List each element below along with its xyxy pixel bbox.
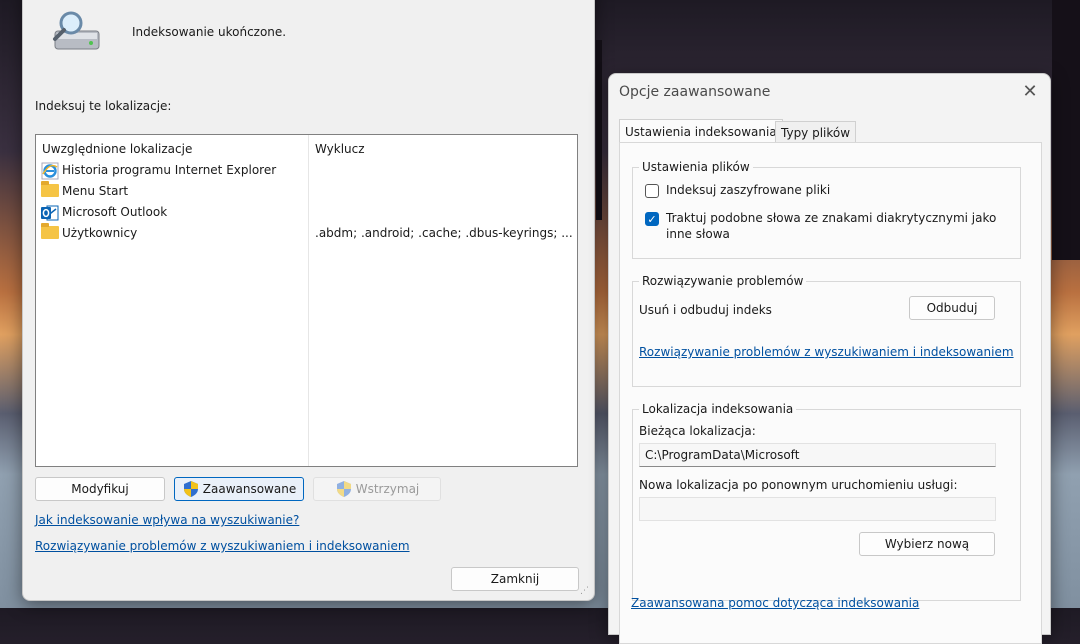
- current-location-label: Bieżąca lokalizacja:: [639, 424, 756, 438]
- diacritics-label-line2[interactable]: inne słowa: [666, 227, 730, 241]
- how-indexing-affects-search-link[interactable]: Jak indeksowanie wpływa na wyszukiwanie?: [35, 513, 299, 527]
- modify-button[interactable]: Modyfikuj: [35, 477, 165, 501]
- tab-indexing-settings[interactable]: Ustawienia indeksowania: [619, 119, 783, 143]
- list-item[interactable]: Microsoft Outlook: [41, 202, 167, 222]
- tab-file-types[interactable]: Typy plików: [775, 121, 857, 143]
- column-header-excluded[interactable]: Wyklucz: [315, 142, 365, 156]
- group-title: Rozwiązywanie problemów: [639, 274, 807, 288]
- group-title: Ustawienia plików: [639, 160, 753, 174]
- resize-grip-icon[interactable]: ⋰: [580, 586, 590, 596]
- list-item[interactable]: Historia programu Internet Explorer: [41, 160, 276, 180]
- diacritics-label[interactable]: Traktuj podobne słowa ze znakami diakryt…: [666, 211, 996, 225]
- internet-explorer-icon: [41, 162, 59, 180]
- folder-icon: [41, 181, 59, 199]
- advanced-button[interactable]: Zaawansowane: [174, 477, 304, 501]
- list-item[interactable]: Użytkownicy: [41, 223, 137, 243]
- troubleshoot-link[interactable]: Rozwiązywanie problemów z wyszukiwaniem …: [639, 345, 1014, 359]
- background-tree: [1052, 0, 1080, 260]
- encrypt-checkbox[interactable]: [645, 184, 659, 198]
- list-item-label: Microsoft Outlook: [62, 205, 168, 219]
- list-item-label: Użytkownicy: [62, 226, 138, 240]
- uac-shield-icon: [335, 480, 353, 498]
- locations-list[interactable]: Uwzględnione lokalizacje Wyklucz Histori…: [35, 134, 578, 467]
- troubleshooting-group: Rozwiązywanie problemów Usuń i odbuduj i…: [632, 274, 1021, 387]
- group-title: Lokalizacja indeksowania: [639, 402, 797, 416]
- indexing-options-window: Indeksowanie ukończone. Indeksuj te loka…: [22, 0, 595, 601]
- encrypt-label[interactable]: Indeksuj zaszyfrowane pliki: [666, 183, 830, 197]
- select-new-button[interactable]: Wybierz nową: [859, 532, 995, 556]
- file-settings-group: Ustawienia plików Indeksuj zaszyfrowane …: [632, 160, 1021, 259]
- uac-shield-icon: [182, 480, 200, 498]
- diacritics-checkbox[interactable]: ✓: [645, 212, 659, 226]
- outlook-icon: [41, 204, 59, 221]
- current-location-field: C:\ProgramData\Microsoft: [639, 443, 996, 467]
- close-button[interactable]: Zamknij: [451, 567, 579, 591]
- rebuild-button-label: Odbuduj: [926, 301, 978, 315]
- close-button-label: Zamknij: [490, 572, 540, 586]
- select-new-button-label: Wybierz nową: [884, 537, 970, 551]
- modify-button-label: Modyfikuj: [71, 482, 129, 496]
- tab-panel: Ustawienia plików Indeksuj zaszyfrowane …: [619, 142, 1042, 644]
- indexing-drive-search-icon: [51, 9, 103, 59]
- list-item-exclude: .abdm; .android; .cache; .dbus-keyrings;…: [315, 226, 573, 240]
- locations-label: Indeksuj te lokalizacje:: [35, 99, 172, 113]
- troubleshoot-search-link[interactable]: Rozwiązywanie problemów z wyszukiwaniem …: [35, 539, 410, 553]
- index-location-group: Lokalizacja indeksowania Bieżąca lokaliz…: [632, 402, 1021, 601]
- rebuild-button[interactable]: Odbuduj: [909, 296, 995, 320]
- new-location-label: Nowa lokalizacja po ponownym uruchomieni…: [639, 478, 958, 492]
- background-tree: [596, 40, 602, 220]
- list-item-label: Menu Start: [62, 184, 129, 198]
- new-location-field: [639, 497, 996, 521]
- advanced-options-window: Opcje zaawansowane ✕ Ustawienia indeksow…: [608, 73, 1051, 644]
- window-title: Opcje zaawansowane: [619, 84, 771, 100]
- list-item[interactable]: Menu Start: [41, 181, 128, 201]
- folder-icon: [41, 223, 59, 241]
- list-item-label: Historia programu Internet Explorer: [62, 163, 277, 177]
- advanced-button-label: Zaawansowane: [202, 482, 297, 496]
- rebuild-label: Usuń i odbuduj indeks: [639, 303, 772, 317]
- column-header-included[interactable]: Uwzględnione lokalizacje: [42, 142, 192, 156]
- pause-button-label: Wstrzymaj: [355, 482, 420, 496]
- indexing-status: Indeksowanie ukończone.: [132, 25, 287, 39]
- close-icon[interactable]: ✕: [1020, 82, 1040, 102]
- column-divider[interactable]: [308, 135, 309, 466]
- pause-button[interactable]: Wstrzymaj: [313, 477, 441, 501]
